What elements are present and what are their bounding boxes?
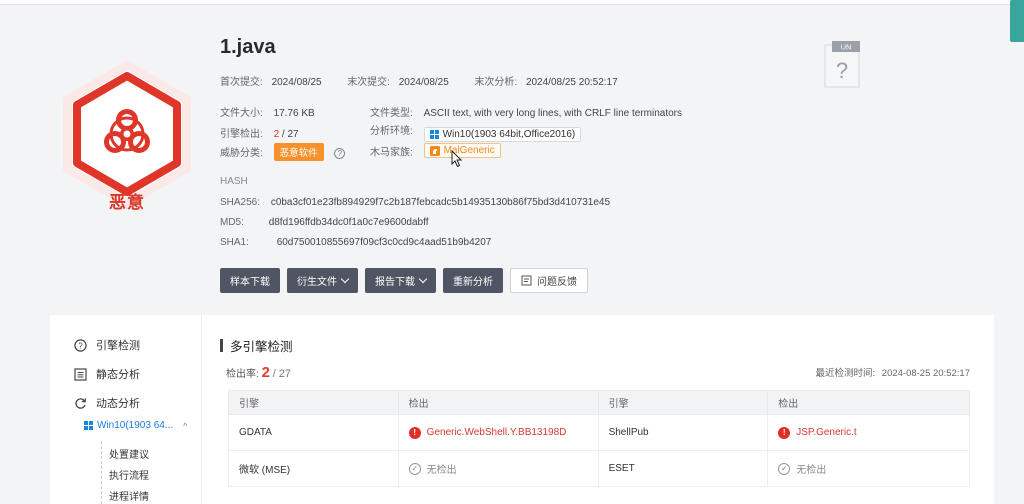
windows-icon [429,130,439,139]
clean-result: ✓ 无检出 [778,461,826,476]
submit-times: 首次提交: 2024/08/25 末次提交: 2024/08/25 末次分析: … [220,77,618,88]
table-header: 引擎 检出 引擎 检出 [228,390,970,415]
feedback-button[interactable]: 问题反馈 [510,268,588,293]
md5-value[interactable]: d8fd196ffdb34dc0f1a0c7e9600dabff [269,217,429,228]
engine-hits: 引擎检出: 2 / 27 [220,129,299,140]
refresh-icon [75,397,87,409]
file-size: 文件大小: 17.76 KB [220,108,315,119]
reanalyze-button[interactable]: 重新分析 [443,268,503,293]
sidebar-item-dynamic[interactable]: 动态分析 [74,395,140,411]
alert-icon: ! [408,426,421,439]
svg-text:?: ? [78,341,83,350]
check-circle-icon: ✓ [778,462,791,475]
svg-text:UN: UN [841,43,852,52]
analysis-panel: ? 引擎检测 静态分析 动态分析 Win10(1903 64... ^ 处置建议… [50,315,994,504]
derived-files-button[interactable]: 衍生文件 [287,268,358,293]
file-summary-card: 恶意 1.java 首次提交: 2024/08/25 末次提交: 2024/08… [50,6,994,304]
sha256-value[interactable]: c0ba3cf01e23fb894929f7c2b187febcadc5b149… [271,197,610,208]
list-icon [74,367,87,381]
report-download-button[interactable]: 报告下载 [365,268,436,293]
sidebar-leaf-flow[interactable]: 执行流程 [109,467,149,482]
sidebar-item-engine[interactable]: ? 引擎检测 [74,337,140,353]
table-row: GDATA ! Generic.WebShell.Y.BB13198D Shel… [228,414,970,451]
table-row: 微软 (MSE) ✓ 无检出 ESET ✓ 无检出 [228,450,970,487]
detection-rate: 检出率: 2 / 27 [226,364,292,381]
sidebar-env-item[interactable]: Win10(1903 64... ^ [84,420,187,431]
svg-text:?: ? [836,58,848,83]
top-bar [0,0,1024,5]
question-circle-icon: ? [74,338,87,352]
feedback-icon [521,275,532,286]
sha1-value[interactable]: 60d750010855697f09cf3c0cd9c4aad51b9b4207 [277,237,492,248]
sidebar-item-static[interactable]: 静态分析 [74,366,140,382]
engine-table: 引擎 检出 引擎 检出 GDATA ! Generic.WebShell.Y.B… [228,390,970,487]
trojan-horse-icon [429,145,440,156]
md5-row: MD5: d8fd196ffdb34dc0f1a0c7e9600dabff [220,217,429,228]
alert-icon: ! [778,426,791,439]
chevron-down-icon [418,274,428,284]
action-bar: 样本下载 衍生文件 报告下载 重新分析 问题反馈 [220,268,588,293]
hash-title: HASH [220,176,248,187]
unknown-file-icon: UN ? [823,41,861,89]
file-type: 文件类型: ASCII text, with very long lines, … [370,108,682,119]
trojan-family: 木马家族: MalGeneric [370,143,501,159]
mouse-cursor-icon [451,150,463,168]
file-name: 1.java [220,36,276,58]
last-detect-time: 最近检测时间: 2024-08-25 20:52:17 [815,368,971,379]
help-icon[interactable]: ? [334,147,346,159]
sidebar-leaf-process[interactable]: 进程详情 [109,488,149,503]
chevron-up-icon: ^ [183,420,188,431]
sidebar: ? 引擎检测 静态分析 动态分析 Win10(1903 64... ^ 处置建议… [50,315,202,504]
section-title: 多引擎检测 [220,336,293,355]
download-sample-button[interactable]: 样本下载 [220,268,280,293]
sha1-row: SHA1: 60d750010855697f09cf3c0cd9c4aad51b… [220,237,492,248]
detected-result[interactable]: ! Generic.WebShell.Y.BB13198D [408,426,566,439]
clean-result: ✓ 无检出 [408,461,457,476]
sidebar-leaf-advice[interactable]: 处置建议 [109,446,149,461]
verdict-label: 恶意 [109,193,145,212]
sha256-row: SHA256: c0ba3cf01e23fb894929f7c2b187febc… [220,197,611,208]
threat-tag[interactable]: 恶意软件 [273,143,324,161]
threat-class: 威胁分类: 恶意软件 ? [220,143,346,161]
windows-icon [84,421,93,430]
analysis-env: 分析环境: Win10(1903 64bit,Office2016) [370,122,582,142]
detected-result[interactable]: ! JSP.Generic.t [778,426,857,439]
chevron-down-icon [340,274,350,284]
side-float-tab[interactable] [1010,0,1024,42]
check-circle-icon: ✓ [408,462,421,475]
env-tag[interactable]: Win10(1903 64bit,Office2016) [423,127,582,142]
tree-connector [101,441,102,504]
